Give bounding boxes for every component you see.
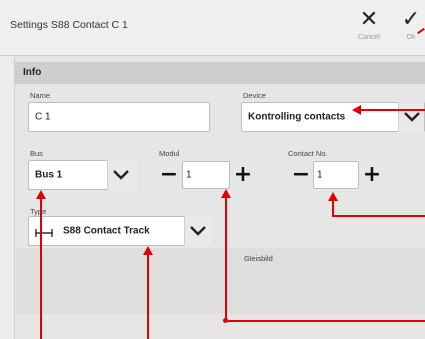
annotation-line: [225, 197, 227, 322]
check-icon: ✓: [401, 7, 421, 32]
modul-increment-button[interactable]: +: [232, 161, 254, 189]
device-label: Device: [243, 91, 266, 100]
section-title: Info: [23, 67, 42, 78]
ok-button[interactable]: ✓ Ok: [394, 8, 425, 48]
device-select[interactable]: Kontrolling contacts: [241, 102, 425, 132]
annotation-line: [332, 215, 425, 217]
bus-select[interactable]: Bus 1: [28, 160, 137, 190]
contact-value: 1: [317, 169, 323, 181]
annotation-line: [332, 200, 334, 216]
name-label: Name: [30, 91, 51, 100]
track-diagram-area: [16, 248, 425, 314]
type-value: S88 Contact Track: [63, 225, 150, 237]
header-bar: Settings S88 Contact C 1 ✕ Cancel ✓ Ok: [0, 0, 425, 56]
chevron-down-icon: [107, 160, 137, 190]
close-icon: ✕: [359, 7, 379, 32]
modul-label: Modul: [159, 149, 180, 158]
bus-value: Bus 1: [35, 169, 63, 181]
name-value: C 1: [35, 111, 51, 123]
modul-field[interactable]: 1: [182, 161, 230, 189]
contact-label: Contact No.: [288, 149, 328, 158]
annotation-line: [147, 254, 149, 339]
annotation-line: [225, 320, 425, 322]
track-diagram-label: Gleisbild: [244, 254, 273, 263]
modul-value: 1: [186, 169, 192, 181]
bus-label: Bus: [30, 149, 43, 158]
contact-field[interactable]: 1: [313, 161, 359, 189]
contact-decrement-button[interactable]: −: [290, 161, 312, 189]
page-title: Settings S88 Contact C 1: [10, 19, 128, 31]
track-icon: [35, 229, 53, 237]
cancel-button[interactable]: ✕ Cancel: [352, 8, 386, 48]
section-header: Info: [15, 62, 425, 84]
ok-label: Ok: [406, 34, 416, 41]
chevron-down-icon: [184, 216, 212, 246]
annotation-line: [360, 109, 425, 111]
cancel-label: Cancel: [358, 34, 380, 41]
left-margin: [0, 56, 14, 339]
annotation-dot: [223, 318, 228, 323]
settings-screen: Settings S88 Contact C 1 ✕ Cancel ✓ Ok I…: [0, 0, 425, 339]
chevron-down-icon: [398, 102, 424, 132]
type-select[interactable]: S88 Contact Track: [28, 216, 212, 246]
type-label: Type: [30, 207, 47, 216]
device-value: Kontrolling contacts: [248, 111, 346, 123]
contact-increment-button[interactable]: +: [361, 161, 383, 189]
modul-decrement-button[interactable]: −: [158, 161, 180, 189]
name-field[interactable]: C 1: [28, 102, 210, 132]
annotation-line: [40, 198, 42, 339]
